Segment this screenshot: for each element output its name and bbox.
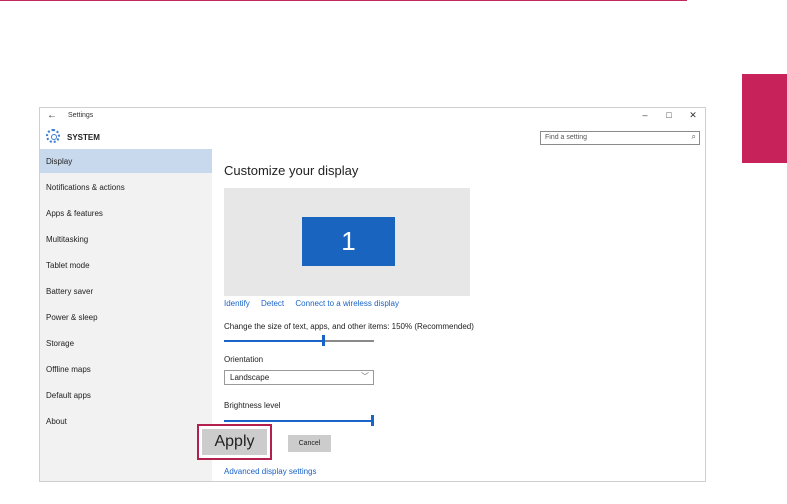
sidebar-item-about[interactable]: About	[40, 409, 212, 433]
brightness-slider[interactable]	[224, 415, 374, 426]
advanced-display-settings-link[interactable]: Advanced display settings	[224, 467, 317, 476]
side-tab-marker	[742, 74, 787, 163]
apply-highlight-frame: Apply	[197, 424, 272, 460]
sidebar-item-label: Display	[46, 157, 73, 166]
sidebar-item-label: Storage	[46, 339, 75, 348]
gear-icon	[46, 129, 60, 143]
orientation-value: Landscape	[230, 373, 270, 382]
search-placeholder: Find a setting	[545, 134, 588, 141]
sidebar-item-display[interactable]: Display	[40, 149, 212, 173]
sidebar-item-multitasking[interactable]: Multitasking	[40, 227, 212, 251]
scale-label: Change the size of text, apps, and other…	[224, 322, 474, 331]
sidebar-item-default-apps[interactable]: Default apps	[40, 383, 212, 407]
scale-slider-thumb[interactable]	[322, 335, 325, 346]
page-title: Customize your display	[224, 163, 359, 178]
scale-slider-fill	[224, 340, 325, 342]
sidebar-item-label: About	[46, 417, 67, 426]
brightness-slider-thumb[interactable]	[371, 415, 374, 426]
apply-button[interactable]: Apply	[202, 429, 267, 455]
brightness-label: Brightness level	[224, 401, 281, 410]
sidebar-nav: Display Notifications & actions Apps & f…	[40, 149, 212, 481]
sidebar-item-label: Notifications & actions	[46, 183, 125, 192]
sidebar-item-label: Power & sleep	[46, 313, 98, 322]
top-rule	[0, 0, 687, 1]
sidebar-item-notifications[interactable]: Notifications & actions	[40, 175, 212, 199]
sidebar-item-tablet-mode[interactable]: Tablet mode	[40, 253, 212, 277]
detect-link[interactable]: Detect	[261, 299, 284, 308]
sidebar-item-label: Apps & features	[46, 209, 103, 218]
cancel-button[interactable]: Cancel	[288, 435, 331, 452]
sidebar-item-label: Tablet mode	[46, 261, 90, 270]
wireless-display-link[interactable]: Connect to a wireless display	[295, 299, 399, 308]
orientation-label: Orientation	[224, 355, 264, 364]
sidebar-item-offline-maps[interactable]: Offline maps	[40, 357, 212, 381]
identify-link[interactable]: Identify	[224, 299, 250, 308]
sidebar-item-storage[interactable]: Storage	[40, 331, 212, 355]
orientation-select[interactable]: Landscape ﹀	[224, 370, 374, 385]
monitor-tile[interactable]: 1	[302, 217, 395, 266]
chevron-down-icon: ﹀	[361, 372, 369, 381]
window-title: Settings	[68, 112, 94, 119]
display-links: Identify Detect Connect to a wireless di…	[224, 299, 408, 308]
sidebar-item-apps[interactable]: Apps & features	[40, 201, 212, 225]
sidebar-item-label: Battery saver	[46, 287, 94, 296]
minimize-button[interactable]: –	[638, 110, 652, 120]
search-input[interactable]: Find a setting ⌕	[540, 131, 700, 145]
sidebar-item-battery-saver[interactable]: Battery saver	[40, 279, 212, 303]
maximize-button[interactable]: □	[662, 110, 676, 120]
display-preview: 1	[224, 188, 470, 296]
brightness-slider-fill	[224, 420, 374, 422]
settings-window: ← Settings – □ ✕ SYSTEM Find a setting ⌕…	[39, 107, 706, 482]
section-title: SYSTEM	[67, 133, 100, 142]
sidebar-item-power-sleep[interactable]: Power & sleep	[40, 305, 212, 329]
sidebar-item-label: Default apps	[46, 391, 91, 400]
back-arrow-icon[interactable]: ←	[47, 110, 57, 121]
search-icon[interactable]: ⌕	[692, 132, 696, 142]
scale-slider[interactable]	[224, 335, 374, 346]
title-bar: ← Settings – □ ✕	[40, 108, 705, 126]
sidebar-item-label: Multitasking	[46, 235, 89, 244]
close-button[interactable]: ✕	[686, 110, 700, 121]
main-content: Customize your display 1 Identify Detect…	[212, 149, 705, 481]
sidebar-item-label: Offline maps	[46, 365, 91, 374]
